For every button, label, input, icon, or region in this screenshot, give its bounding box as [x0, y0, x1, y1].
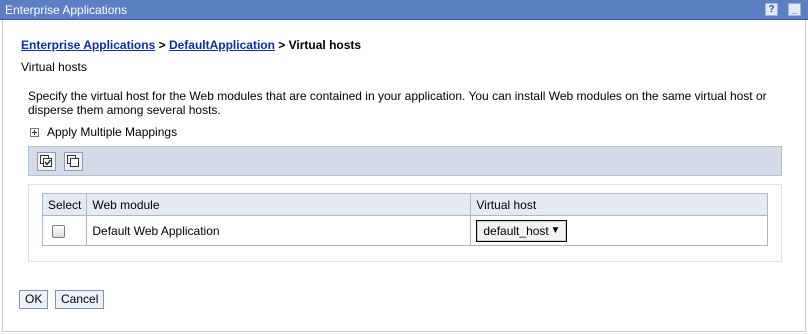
select-all-button[interactable] [37, 152, 56, 171]
apply-multiple-mappings-label: Apply Multiple Mappings [47, 125, 178, 139]
ok-button[interactable]: OK [19, 290, 49, 309]
breadcrumb: Enterprise Applications > DefaultApplica… [21, 38, 361, 52]
select-all-icon [40, 155, 52, 167]
table-header-row: Select Web module Virtual host [41, 193, 768, 216]
virtual-host-cell: default_host ▼ [470, 215, 768, 246]
table-toolbar [28, 146, 782, 176]
column-header-virtual-host: Virtual host [470, 193, 768, 216]
cancel-button[interactable]: Cancel [55, 290, 105, 309]
help-button[interactable]: ? [765, 3, 778, 16]
web-module-cell: Default Web Application [86, 215, 472, 246]
page-description: Specify the virtual host for the Web mod… [28, 89, 767, 117]
page-title: Virtual hosts [21, 60, 87, 74]
breadcrumb-separator: > [274, 38, 289, 52]
table-row: Default Web Application default_host ▼ [41, 215, 768, 246]
breadcrumb-link-defaultapplication[interactable]: DefaultApplication [169, 38, 275, 52]
content-frame [2, 20, 806, 332]
virtual-host-select-value: default_host [483, 223, 549, 238]
minimize-button[interactable]: _ [788, 3, 801, 16]
deselect-all-button[interactable] [64, 152, 83, 171]
row-select-checkbox[interactable] [52, 224, 65, 238]
virtual-host-table: Select Web module Virtual host Default W… [41, 193, 768, 246]
select-cell [41, 215, 88, 246]
window-titlebar: Enterprise Applications ? _ [0, 0, 808, 20]
column-header-select: Select [41, 193, 88, 216]
expand-icon[interactable] [30, 127, 39, 137]
column-header-web-module: Web module [86, 193, 472, 216]
breadcrumb-current: Virtual hosts [288, 38, 362, 52]
window-title: Enterprise Applications [5, 3, 128, 17]
apply-multiple-mappings-toggle[interactable]: Apply Multiple Mappings [30, 125, 177, 139]
virtual-host-select[interactable]: default_host ▼ [476, 219, 568, 242]
breadcrumb-separator: > [155, 38, 169, 52]
deselect-all-icon [67, 155, 79, 167]
breadcrumb-link-enterprise-applications[interactable]: Enterprise Applications [21, 38, 155, 52]
dropdown-arrow-icon: ▼ [550, 225, 561, 236]
